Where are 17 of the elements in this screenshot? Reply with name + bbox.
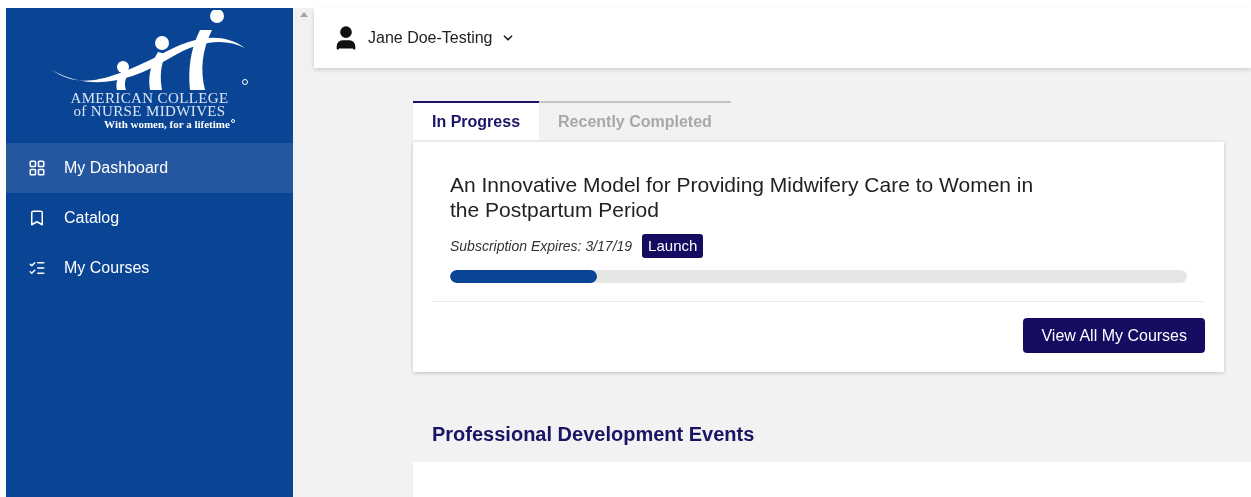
checklist-icon	[28, 259, 46, 277]
section-title: Professional Development Events	[432, 422, 756, 447]
grid-icon	[28, 159, 46, 177]
logo-tagline: With women, for a lifetime	[104, 118, 230, 131]
logo-text: AMERICAN COLLEGE	[70, 92, 229, 105]
sidebar-item[interactable]: My Courses	[6, 243, 293, 293]
user-menu[interactable]: Jane Doe-Testing	[368, 26, 515, 50]
bookmark-icon	[28, 209, 46, 227]
sidebar-item[interactable]: My Dashboard	[6, 143, 293, 193]
tab[interactable]: In Progress	[413, 101, 540, 140]
scroll-up-icon[interactable]	[299, 12, 308, 17]
view-all-courses-button[interactable]: View All My Courses	[1023, 318, 1205, 353]
logo-text: of NURSE MIDWIVES	[73, 105, 226, 118]
sidebar-item[interactable]: Catalog	[6, 193, 293, 243]
launch-button[interactable]: Launch	[642, 234, 704, 258]
expiry-date: Subscription Expires: 3/17/19	[450, 236, 633, 256]
course-title: An Innovative Model for Providing Midwifery Care to Women in the Postpartum Period	[450, 172, 1035, 222]
